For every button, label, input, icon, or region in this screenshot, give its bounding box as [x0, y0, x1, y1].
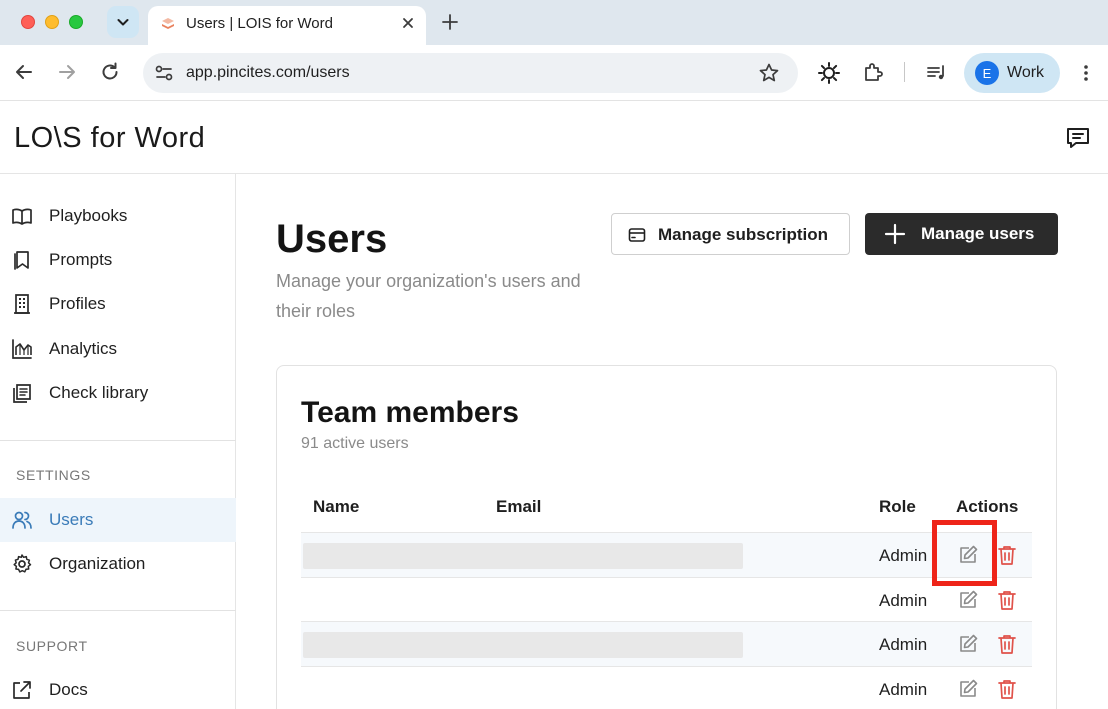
back-arrow-icon[interactable] [13, 61, 35, 83]
table-row: Admin [301, 621, 1032, 666]
sidebar-item-check-library[interactable]: Check library [0, 371, 236, 415]
sidebar-item-docs[interactable]: Docs [0, 668, 236, 709]
edit-pencil-icon[interactable] [957, 633, 979, 655]
card-title: Team members [301, 396, 519, 429]
active-users-count: 91 active users [301, 435, 409, 452]
manage-users-label: Manage users [921, 224, 1035, 243]
bookmark-icon [14, 251, 29, 270]
sidebar-divider [0, 610, 236, 611]
trash-icon[interactable] [996, 633, 1018, 655]
media-playlist-icon[interactable] [925, 61, 949, 85]
sidebar-item-label: Docs [49, 680, 88, 699]
brand-logo[interactable]: LO\S for Word [14, 122, 205, 155]
window-minimize-button[interactable] [45, 15, 59, 29]
users-icon [12, 511, 32, 529]
reload-icon[interactable] [99, 61, 121, 83]
user-role: Admin [879, 680, 928, 699]
gear-icon [13, 554, 32, 573]
table-row: Admin [301, 532, 1032, 577]
user-role: Admin [879, 591, 928, 610]
edit-pencil-icon[interactable] [957, 589, 979, 611]
sidebar-divider [0, 440, 236, 441]
sidebar-item-profiles[interactable]: Profiles [0, 282, 236, 326]
sidebar-item-label: Profiles [49, 294, 106, 313]
book-icon [12, 208, 32, 225]
avatar: E [975, 61, 999, 85]
profile-button[interactable]: E Work [964, 53, 1060, 93]
page-title: Users [276, 217, 388, 261]
address-bar[interactable]: app.pincites.com/users [143, 53, 798, 93]
building-icon [14, 294, 30, 314]
sidebar-item-label: Analytics [49, 339, 118, 358]
sidebar-item-playbooks[interactable]: Playbooks [0, 194, 236, 238]
lois-favicon-icon [162, 18, 174, 29]
bookmark-star-icon[interactable] [758, 62, 780, 84]
browser-tab-users[interactable]: Users | LOIS for Word [148, 6, 426, 45]
credit-card-icon [628, 228, 646, 242]
new-tab-plus-icon[interactable] [440, 12, 460, 32]
toolbar-separator [904, 62, 905, 82]
url-text: app.pincites.com/users [186, 64, 350, 81]
trash-icon[interactable] [996, 589, 1018, 611]
chevron-down-icon [117, 19, 129, 26]
trash-icon[interactable] [996, 544, 1018, 566]
window-close-button[interactable] [21, 15, 35, 29]
tab-search-button[interactable] [107, 6, 139, 38]
tab-title: Users | LOIS for Word [186, 15, 333, 32]
redacted-user-info [303, 632, 743, 658]
table-row: Admin [301, 577, 1032, 622]
plus-icon [884, 223, 906, 245]
browser-tab-bar: Users | LOIS for Word [0, 0, 1108, 45]
column-header-email[interactable]: Email [496, 497, 541, 517]
extensions-puzzle-icon[interactable] [861, 61, 885, 85]
window-maximize-button[interactable] [69, 15, 83, 29]
browser-toolbar: app.pincites.com/users E Work [0, 45, 1108, 101]
sidebar-item-users[interactable]: Users [0, 498, 236, 542]
library-icon [13, 384, 31, 403]
extension-sun-icon[interactable] [817, 61, 841, 85]
sidebar-item-label: Check library [49, 383, 149, 402]
sidebar-item-prompts[interactable]: Prompts [0, 238, 236, 282]
user-role: Admin [879, 635, 928, 654]
site-info-tune-icon[interactable] [153, 62, 175, 84]
column-header-role[interactable]: Role [879, 497, 916, 517]
app-header: LO\S for Word [0, 102, 1108, 174]
annotation-highlight-box [932, 520, 997, 586]
sidebar-item-label: Users [49, 510, 94, 529]
external-link-icon [13, 681, 31, 699]
sidebar-heading-support: SUPPORT [16, 638, 88, 654]
sidebar-item-organization[interactable]: Organization [0, 542, 236, 586]
redacted-user-info [303, 543, 743, 569]
sidebar-item-analytics[interactable]: Analytics [0, 327, 236, 371]
edit-pencil-icon[interactable] [957, 678, 979, 700]
feedback-chat-icon[interactable] [1064, 124, 1092, 152]
sidebar-item-label: Organization [49, 554, 146, 573]
table-row: Admin [301, 666, 1032, 709]
sidebar-heading-settings: SETTINGS [16, 467, 91, 483]
more-vert-icon[interactable] [1076, 61, 1096, 85]
close-icon[interactable] [400, 15, 416, 31]
column-header-actions: Actions [956, 497, 1019, 516]
profile-name: Work [1007, 64, 1045, 81]
manage-users-button[interactable]: Manage users [865, 213, 1058, 255]
trash-icon[interactable] [996, 678, 1018, 700]
sidebar-item-label: Playbooks [49, 206, 128, 225]
user-role: Admin [879, 546, 928, 565]
sidebar: Playbooks Prompts Profiles Analytics Che… [0, 174, 236, 709]
column-header-name[interactable]: Name [313, 497, 359, 517]
page-subtitle: Manage your organization's users and the… [276, 271, 581, 321]
manage-subscription-label: Manage subscription [658, 225, 829, 244]
manage-subscription-button[interactable]: Manage subscription [611, 213, 850, 255]
chart-icon [12, 339, 32, 359]
sidebar-item-label: Prompts [49, 250, 113, 269]
forward-arrow-icon[interactable] [56, 61, 78, 83]
